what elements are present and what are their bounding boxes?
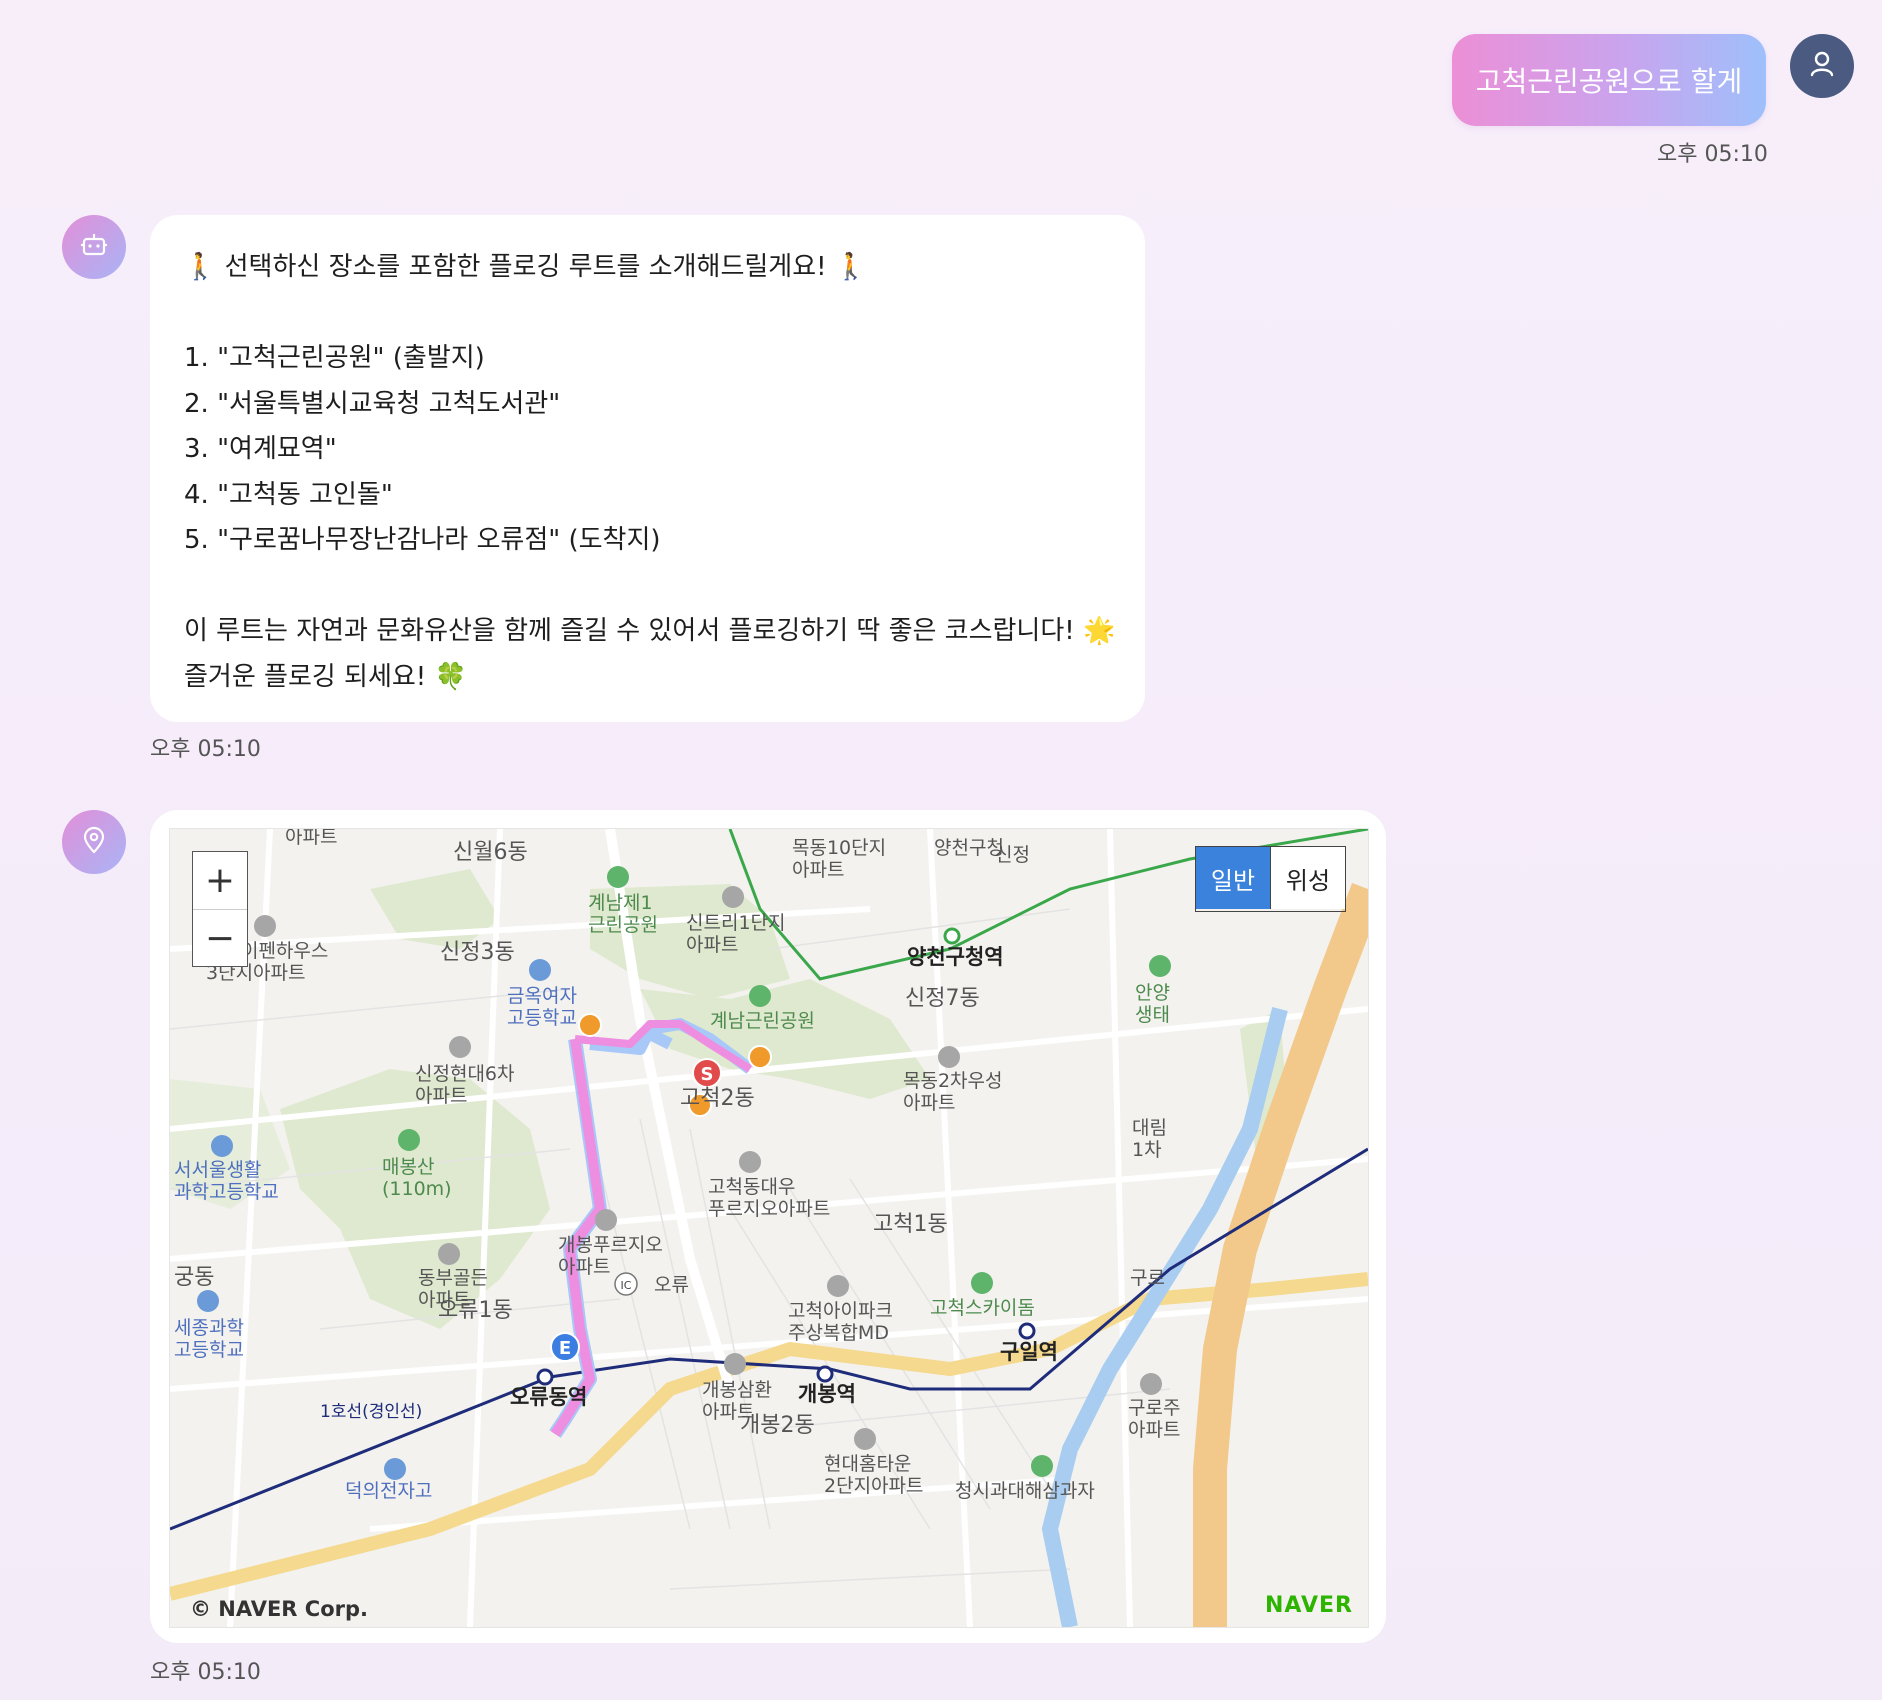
ic-badge: IC [621,1279,632,1292]
map-canvas: S E IC 신월6동 신정3동 신정7동 고척2동 고척1동 오류1동 개봉2… [170,829,1368,1627]
route-item: 5. "구로꿈나무장난감나라 오류점" (도착지) [184,525,661,555]
map-label: 고척스카이돔 [930,1297,1035,1319]
station-label: 오류동역 [510,1385,587,1409]
route-item: 4. "고척동 고인돌" [184,479,393,510]
zoom-in-button[interactable]: + [193,852,247,910]
naver-logo[interactable]: NAVER [1265,1593,1353,1618]
station-label: 구일역 [1000,1340,1058,1364]
user-message-time: 오후 05:10 [1657,142,1768,167]
route-item: 2. "서울특별시교육청 고척도서관" [184,388,561,419]
bot-intro-text: 🚶 선택하신 장소를 포함한 플로깅 루트를 소개해드릴게요! 🚶 [184,252,868,282]
bot-avatar [62,215,126,279]
map-label: 안양 생태 [1135,982,1170,1026]
map-label: 청시과대해삼과자 [955,1480,1095,1502]
bot-outro-text: 이 루트는 자연과 문화유산을 함께 즐길 수 있어서 플로깅하기 딱 좋은 코… [184,616,1116,646]
station-label: 양천구청역 [907,945,1004,969]
user-icon [1807,49,1837,83]
map-label: 신정현대6차 아파트 [415,1063,515,1107]
map-label: 오류 [654,1274,689,1296]
route-item: 3. "여계묘역" [184,434,337,464]
map-label: 현대홈타운 2단지아파트 [824,1453,924,1497]
map-label: 덕의전자고 [345,1480,432,1502]
route-map[interactable]: S E IC 신월6동 신정3동 신정7동 고척2동 고척1동 오류1동 개봉2… [169,828,1369,1628]
map-label: 대림 1차 [1132,1117,1167,1161]
station-label: 개봉역 [798,1382,856,1406]
map-label: 신정3동 [440,940,515,965]
map-label: 고척아이파크 주상복합MD [788,1300,893,1344]
location-pin-icon [79,825,109,859]
zoom-controls: + − [192,851,248,967]
map-label: 궁동 [174,1265,214,1290]
map-label: 금옥여자 고등학교 [507,985,577,1029]
map-label: 구로 [1130,1267,1165,1289]
map-message-time: 오후 05:10 [150,1660,261,1685]
map-label: 고척동대우 푸르지오아파트 [708,1176,830,1220]
map-label: 계남근린공원 [710,1010,815,1032]
bot-message-bubble: 🚶 선택하신 장소를 포함한 플로깅 루트를 소개해드릴게요! 🚶 1. "고척… [150,215,1145,722]
user-message-bubble: 고척근린공원으로 할게 [1452,34,1766,126]
map-label: 구로주 아파트 [1128,1397,1180,1441]
zoom-out-button[interactable]: − [193,910,247,967]
robot-icon [79,230,109,264]
map-label: 1호선(경인선) [320,1402,422,1422]
map-type-normal-button[interactable]: 일반 [1196,847,1270,909]
map-label: 신정 [995,844,1030,866]
bot-message-time: 오후 05:10 [150,737,261,762]
map-type-satellite-button[interactable]: 위성 [1270,847,1345,909]
map-label: 양천구청 [934,837,1004,859]
map-label: 목동2차우성 아파트 [903,1070,1003,1114]
route-item: 1. "고척근린공원" (출발지) [184,343,485,373]
svg-text:E: E [559,1338,571,1359]
map-label: 계남제1 근린공원 [588,892,658,936]
map-type-toggle: 일반 위성 [1195,846,1346,912]
map-copyright: © NAVER Corp. [190,1597,368,1621]
map-label: 고척2동 [680,1086,755,1111]
user-avatar[interactable] [1790,34,1854,98]
bot-closing-text: 즐거운 플로깅 되세요! 🍀 [184,661,467,692]
user-message-text: 고척근린공원으로 할게 [1475,65,1743,98]
map-label: 신정7동 [905,986,980,1011]
map-card: S E IC 신월6동 신정3동 신정7동 고척2동 고척1동 오류1동 개봉2… [150,810,1386,1643]
map-label: 신월6동 [453,840,528,865]
map-label: 개봉푸르지오 아파트 [558,1234,663,1278]
map-label: 아파트 [285,829,337,848]
map-bot-avatar [62,810,126,874]
map-label: 목동10단지 아파트 [792,837,886,881]
svg-text:S: S [701,1064,714,1085]
map-label: 세종과학 고등학교 [174,1317,244,1361]
map-label: 고척1동 [873,1212,948,1237]
